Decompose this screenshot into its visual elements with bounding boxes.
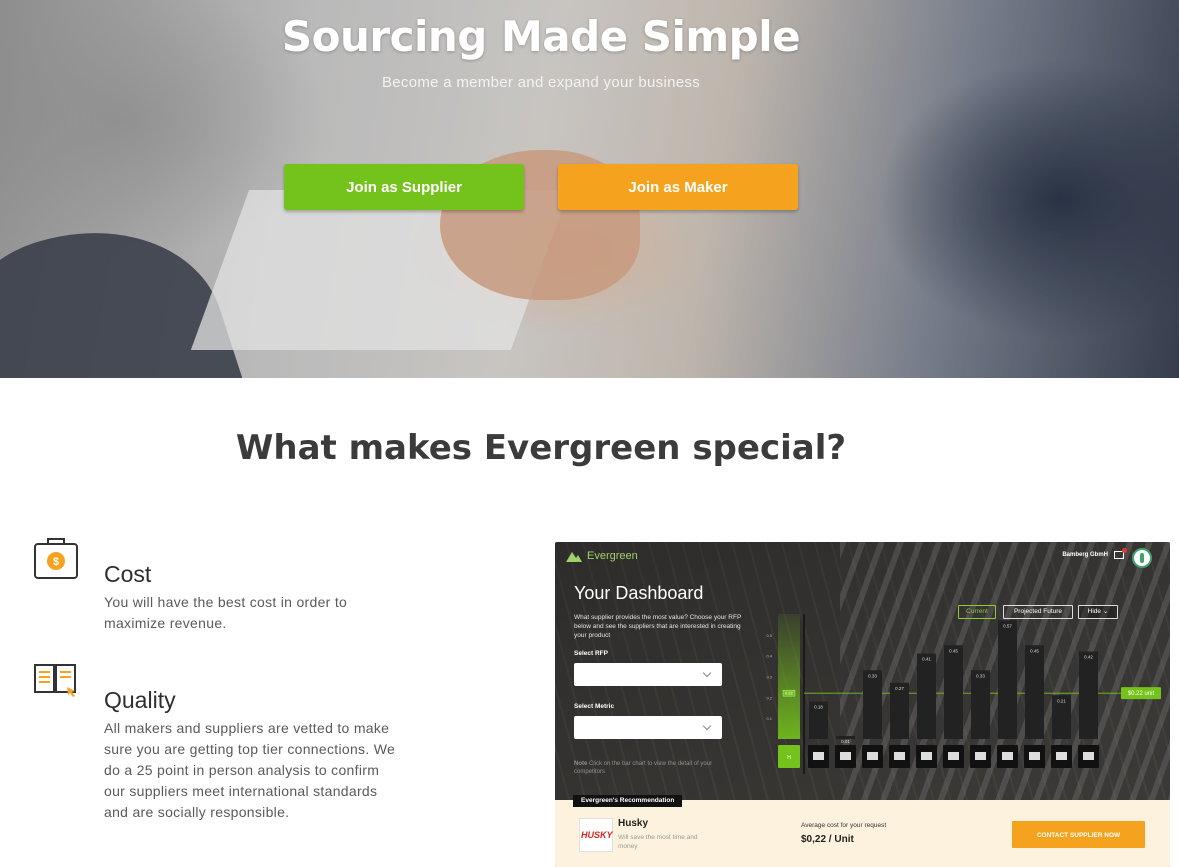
hero-banner: Sourcing Made Simple Become a member and…: [0, 0, 1179, 378]
flag-icon: [894, 752, 905, 760]
hero-title: Sourcing Made Simple: [281, 12, 801, 61]
flag-icon: [840, 752, 851, 760]
bar-value-label: 0.21: [1057, 698, 1066, 703]
hero-subtitle: Become a member and expand your business: [381, 74, 700, 91]
flag-icon: [948, 752, 959, 760]
section-title: What makes Evergreen special?: [235, 428, 847, 468]
bar: [1079, 651, 1098, 739]
bar-value-label: 0.18: [814, 705, 823, 710]
supplier-name: Husky: [618, 818, 649, 829]
bar: [1025, 645, 1044, 739]
husky-logo-text: HUSKY: [581, 830, 613, 840]
bar: [890, 682, 909, 739]
bar-value-label: 0.33: [868, 673, 877, 678]
open-book-icon: [33, 661, 79, 706]
feature-quality-title: Quality: [104, 687, 176, 713]
recommendation-tag: Evergreen's Recommendation: [573, 795, 683, 807]
flag-icon: [921, 752, 932, 760]
flag-icon: [1002, 752, 1013, 760]
bar-value-label: 0.45: [1030, 648, 1039, 653]
svg-text:$: $: [53, 556, 59, 568]
bar-value-label: 0.41: [922, 657, 931, 662]
avg-cost-label: Average cost for your request: [801, 822, 887, 829]
join-maker-button[interactable]: Join as Maker: [558, 164, 798, 210]
avg-cost-value: $0,22 / Unit: [801, 834, 854, 845]
y-tick-label: 0.4: [766, 654, 772, 659]
highlight-column: [778, 614, 800, 739]
highlight-flag-label: H: [787, 755, 791, 761]
y-tick-label: 0.3: [766, 675, 772, 680]
feature-quality-text: All makers and suppliers are vetted to m…: [104, 720, 396, 820]
flag-icon: [975, 752, 986, 760]
y-tick-label: 0.1: [766, 716, 772, 721]
bar: [944, 645, 963, 739]
bar: [863, 670, 882, 739]
supplier-description: Will save the most time and money: [618, 834, 698, 850]
dashboard-preview: Evergreen Bamberg GbmH Your Dashboard Wh…: [555, 542, 1170, 867]
husky-logo: HUSKY: [579, 818, 613, 852]
feature-cost-text: You will have the best cost in order to …: [104, 594, 348, 631]
bar-value-label: 0.01: [841, 739, 850, 744]
y-tick-label: 0.5: [766, 633, 772, 638]
bar-value-label: 0.45: [949, 648, 958, 653]
bar: [917, 653, 936, 739]
reference-label: $0.22 unit: [1128, 691, 1155, 697]
contact-supplier-button[interactable]: CONTACT SUPPLIER NOW: [1012, 821, 1145, 848]
highlight-value-label: 0.22: [785, 691, 794, 696]
flag-icon: [813, 752, 824, 760]
y-tick-label: 0.2: [766, 695, 772, 700]
bar: [971, 670, 990, 739]
flag-icon: [1083, 752, 1094, 760]
bar-value-label: 0.27: [895, 686, 904, 691]
flag-icon: [867, 752, 878, 760]
flag-icon: [1029, 752, 1040, 760]
bar-value-label: 0.42: [1084, 655, 1093, 660]
feature-cost-title: Cost: [104, 561, 152, 587]
bar-value-label: 0.33: [976, 673, 985, 678]
flag-icon: [1056, 752, 1067, 760]
bar-value-label: 0.57: [1003, 623, 1012, 628]
bag-dollar-icon: $: [33, 536, 79, 585]
join-supplier-button[interactable]: Join as Supplier: [284, 164, 524, 210]
bar: [998, 620, 1017, 739]
